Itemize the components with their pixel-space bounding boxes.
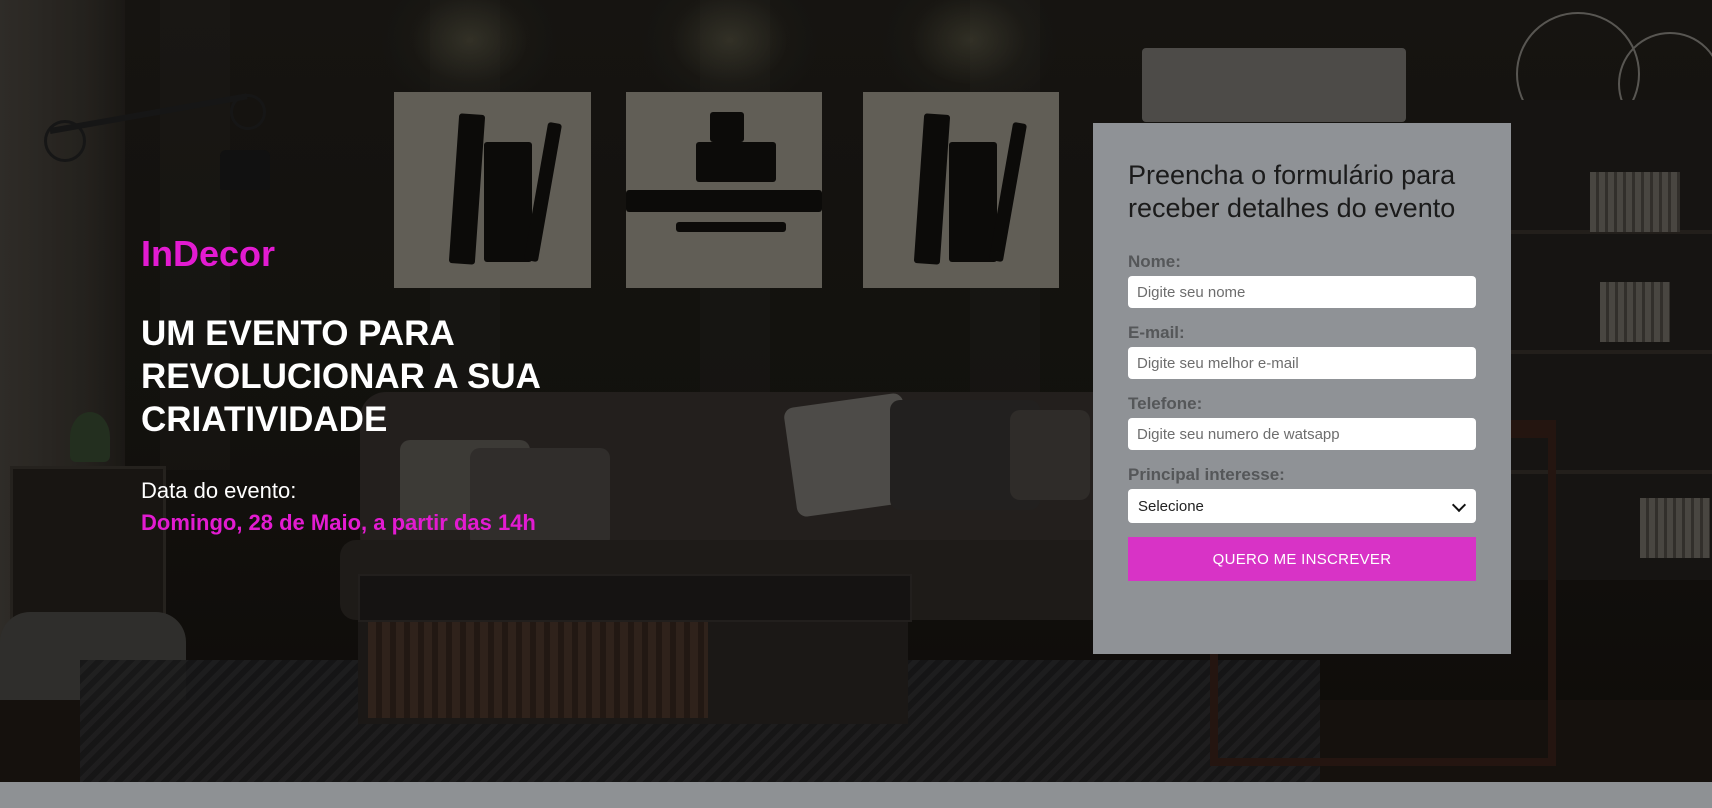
interest-select[interactable]: Selecione — [1128, 489, 1476, 523]
submit-button[interactable]: Quero me inscrever — [1128, 537, 1476, 581]
next-section-band — [0, 782, 1712, 808]
form-title: Preencha o formulário para receber detal… — [1128, 160, 1456, 223]
signup-form: Preencha o formulário para receber detal… — [1093, 123, 1511, 654]
interest-select-wrapper: Selecione — [1128, 489, 1476, 523]
name-label: Nome: — [1128, 252, 1181, 271]
hero-section: InDecor UM EVENTO PARA REVOLUCIONAR A SU… — [0, 0, 1712, 782]
hero-headline: UM EVENTO PARA REVOLUCIONAR A SUA CRIATI… — [141, 314, 540, 439]
email-input[interactable] — [1128, 347, 1476, 379]
name-input[interactable] — [1128, 276, 1476, 308]
phone-input[interactable] — [1128, 418, 1476, 450]
interest-label: Principal interesse: — [1128, 465, 1285, 484]
email-label: E-mail: — [1128, 323, 1185, 342]
event-date-value: Domingo, 28 de Maio, a partir das 14h — [141, 510, 536, 535]
brand-logo-text: InDecor — [141, 233, 276, 274]
event-date-label: Data do evento: — [141, 478, 297, 503]
phone-label: Telefone: — [1128, 394, 1203, 413]
